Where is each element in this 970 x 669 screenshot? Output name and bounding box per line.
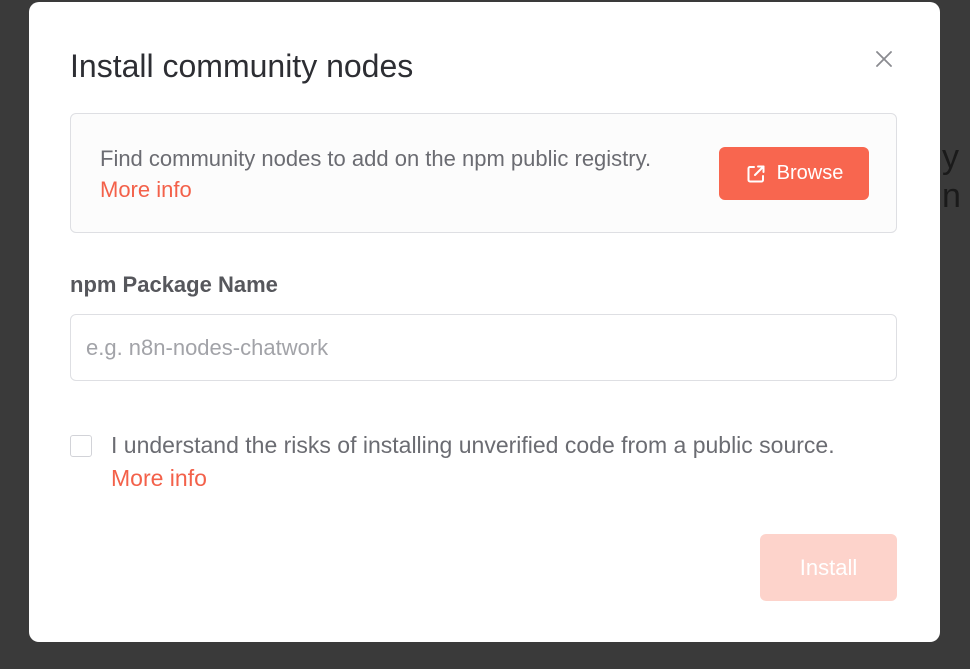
- package-name-label: npm Package Name: [70, 272, 278, 297]
- risk-consent-checkbox[interactable]: [70, 435, 92, 457]
- risk-consent-text[interactable]: I understand the risks of installing unv…: [111, 429, 901, 462]
- info-box: Find community nodes to add on the npm p…: [70, 113, 897, 233]
- backdrop-partial-text: y n: [942, 138, 961, 215]
- browse-button[interactable]: Browse: [719, 147, 869, 200]
- info-description: Find community nodes to add on the npm p…: [100, 146, 652, 171]
- info-more-info-link[interactable]: More info: [100, 177, 192, 202]
- install-community-nodes-modal: Install community nodes Find community n…: [29, 2, 940, 642]
- close-button[interactable]: [869, 44, 899, 74]
- external-link-icon: [747, 165, 765, 182]
- browse-label: Browse: [776, 162, 844, 184]
- package-name-input[interactable]: [70, 314, 897, 381]
- consent-more-info-link[interactable]: More info: [111, 462, 207, 495]
- modal-title: Install community nodes: [70, 48, 414, 84]
- install-button[interactable]: Install: [760, 534, 897, 601]
- close-icon: [876, 51, 892, 67]
- info-text: Find community nodes to add on the npm p…: [100, 143, 670, 205]
